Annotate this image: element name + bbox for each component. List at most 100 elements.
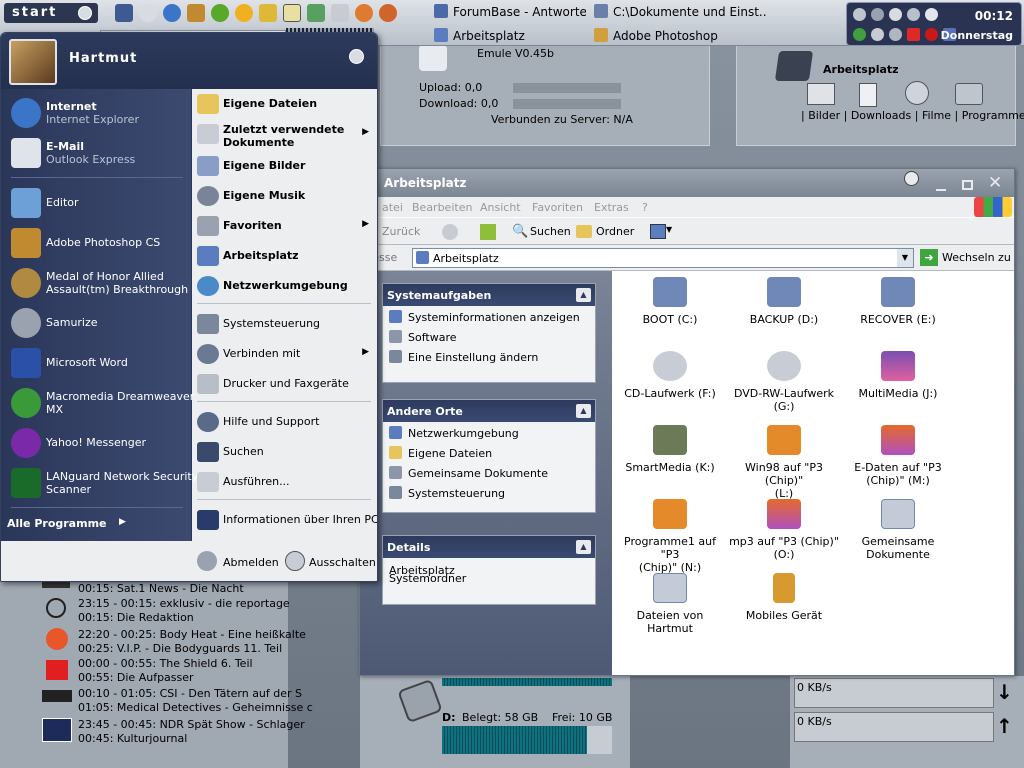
panel-links[interactable]: | Bilder | Downloads | Filme | Programme… [801,109,1024,122]
browser-icon[interactable] [139,4,157,22]
folders-button[interactable]: Ordner [596,225,634,238]
chevron-down-icon[interactable]: ▼ [666,225,672,234]
menu-help[interactable]: ? [642,201,648,214]
recent-editor[interactable]: Editor [9,185,187,221]
drive-item[interactable]: DVD-RW-Laufwerk (G:) [728,351,840,413]
folders-icon[interactable] [576,225,592,238]
network-places[interactable]: Netzwerkumgebung [195,273,375,299]
programs-icon[interactable] [955,83,983,105]
player-icon[interactable] [235,4,253,22]
details-header[interactable]: Details ▲ [383,536,595,558]
start-button[interactable]: start [4,3,98,23]
menu-ball-icon[interactable] [904,171,919,186]
drive-item[interactable]: RECOVER (E:) [842,277,954,326]
task-forumbase[interactable]: ForumBase - Antworten... [434,2,586,22]
logoff-button[interactable]: Abmelden [195,551,279,573]
pc-information[interactable]: Informationen über Ihren PC [195,507,377,533]
close-button[interactable]: ✕ [988,173,1002,193]
control-panel[interactable]: Systemsteuerung [195,311,375,337]
place-link[interactable]: Eigene Dateien [383,442,595,462]
recent-yahoo[interactable]: Yahoo! Messenger [9,425,187,461]
pinned-email[interactable]: E-Mail Outlook Express [9,135,187,171]
connect-to[interactable]: Verbinden mit ▶ [195,341,375,367]
tray-icon[interactable] [925,8,938,21]
my-documents[interactable]: Eigene Dateien [195,91,375,117]
go-button[interactable]: Wechseln zu [942,251,1011,264]
winamp-icon[interactable] [211,4,229,22]
calendar-icon[interactable] [283,4,301,22]
downloads-icon[interactable] [859,83,877,107]
task-arbeitsplatz[interactable]: Arbeitsplatz [434,26,586,46]
place-link[interactable]: Gemeinsame Dokumente [383,462,595,482]
tray-icon[interactable] [853,8,866,21]
menu-view[interactable]: Ansicht [480,201,521,214]
search[interactable]: Suchen [195,439,375,465]
task-link[interactable]: Eine Einstellung ändern [383,346,595,366]
tray-reader-icon[interactable] [925,28,938,41]
place-link[interactable]: Systemsteuerung [383,482,595,502]
computer-icon[interactable] [774,51,814,81]
recent-word[interactable]: Microsoft Word [9,345,187,381]
address-dropdown-icon[interactable]: ▼ [897,249,913,267]
photoshop-icon[interactable] [187,4,205,22]
my-music[interactable]: Eigene Musik [195,183,375,209]
recent-samurize[interactable]: Samurize [9,305,187,341]
system-tasks-header[interactable]: Systemaufgaben ▲ [383,284,595,306]
header-ball-icon[interactable] [349,49,364,64]
edit-icon[interactable] [259,4,277,22]
folder-item[interactable]: Gemeinsame Dokumente [842,499,954,561]
drive-item[interactable]: MultiMedia (J:) [842,351,954,400]
tray-icon[interactable] [889,28,902,41]
movies-icon[interactable] [905,81,929,105]
explorer-titlebar[interactable]: Arbeitsplatz ✕ [360,169,1014,197]
all-programs-button[interactable]: Alle Programme ▶ [7,517,187,537]
printers-faxes[interactable]: Drucker und Faxgeräte [195,371,375,397]
place-link[interactable]: Netzwerkumgebung [383,422,595,442]
menu-edit[interactable]: Bearbeiten [412,201,472,214]
favorites[interactable]: Favoriten ▶ [195,213,375,239]
back-button[interactable]: Zurück [382,225,420,238]
pinned-internet[interactable]: Internet Internet Explorer [9,95,187,131]
drive-item[interactable]: SmartMedia (K:) [614,425,726,474]
firefox2-icon[interactable] [379,4,397,22]
search-button[interactable]: Suchen [530,225,571,238]
drive-item[interactable]: E-Daten auf "P3 (Chip)" (M:) [842,425,954,487]
tray-icon[interactable] [907,8,920,21]
go-icon[interactable]: ➜ [920,249,938,266]
forward-icon[interactable] [442,224,458,240]
shutdown-button[interactable]: Ausschalten [283,551,377,573]
tray-icon[interactable] [871,28,884,41]
up-folder-icon[interactable] [480,224,496,240]
collapse-icon[interactable]: ▲ [576,288,591,302]
views-icon[interactable] [650,224,666,239]
task-photoshop[interactable]: Adobe Photoshop [594,26,766,46]
task-explorer-path[interactable]: C:\Dokumente und Einst... [594,2,766,22]
drive-item[interactable]: Win98 auf "P3 (Chip)" (L:) [728,425,840,500]
menu-tools[interactable]: Extras [594,201,629,214]
recent-dreamweaver[interactable]: Macromedia Dreamweaver MX [9,385,194,421]
drive-item[interactable]: BACKUP (D:) [728,277,840,326]
tools-icon[interactable] [331,4,349,22]
clock-time[interactable]: 00:12 [975,9,1013,23]
menu-favorites[interactable]: Favoriten [532,201,583,214]
drive-item[interactable]: BOOT (C:) [614,277,726,326]
address-input[interactable]: Arbeitsplatz ▼ [412,248,914,268]
task-link[interactable]: Software [383,326,595,346]
tray-shield-icon[interactable] [853,28,866,41]
recent-documents[interactable]: Zuletzt verwendete Dokumente ▶ [195,121,375,151]
maximize-button[interactable] [962,180,973,190]
tray-icon[interactable] [889,8,902,21]
menu-file[interactable]: atei [382,201,403,214]
task-link[interactable]: Systeminformationen anzeigen [383,306,595,326]
device-item[interactable]: Mobiles Gerät [728,573,840,622]
collapse-icon[interactable]: ▲ [576,404,591,418]
help-support[interactable]: Hilfe und Support [195,409,375,435]
tray-icon[interactable] [871,8,884,21]
desktop-icon[interactable] [115,4,133,22]
minimize-button[interactable] [936,189,946,191]
recent-medal-of-honor[interactable]: Medal of Honor Allied Assault(tm) Breakth… [9,265,188,301]
folder-item[interactable]: Dateien von Hartmut [614,573,726,635]
drive-item[interactable]: mp3 auf "P3 (Chip)" (O:) [728,499,840,561]
tray-antivirus-icon[interactable] [907,28,920,41]
search-icon[interactable]: 🔍 [512,224,528,239]
